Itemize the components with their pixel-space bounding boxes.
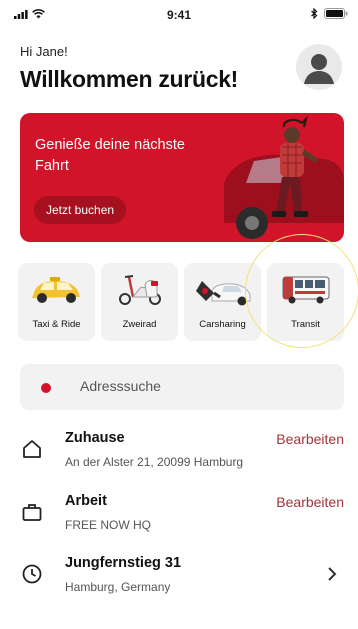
service-label: Zweirad xyxy=(122,319,157,330)
person-with-car-illustration xyxy=(224,115,344,239)
briefcase-icon xyxy=(22,504,42,521)
clock-icon xyxy=(22,564,42,584)
services-row: Taxi & Ride Zweirad Carsharing Transit xyxy=(18,263,344,341)
greeting-text: Hi Jane! xyxy=(20,44,68,59)
place-item-recent[interactable]: Jungfernstieg 31 Hamburg, Germany xyxy=(0,549,358,605)
carsharing-icon xyxy=(196,281,251,306)
bluetooth-icon xyxy=(311,8,318,19)
home-icon xyxy=(23,440,41,458)
place-title: Arbeit xyxy=(65,493,107,509)
location-dot-icon xyxy=(41,383,51,393)
place-subtitle: An der Alster 21, 20099 Hamburg xyxy=(65,455,244,469)
place-subtitle: FREE NOW HQ xyxy=(65,518,151,532)
place-item-work[interactable]: Arbeit FREE NOW HQ Bearbeiten xyxy=(0,487,358,543)
book-now-button[interactable]: Jetzt buchen xyxy=(34,196,127,224)
scooter-icon xyxy=(119,275,161,305)
avatar[interactable] xyxy=(296,44,342,90)
status-time: 9:41 xyxy=(166,8,192,22)
service-card-carsharing[interactable]: Carsharing xyxy=(184,263,261,341)
edit-work-button[interactable]: Bearbeiten xyxy=(276,494,344,510)
address-search-field[interactable]: Adresssuche xyxy=(20,364,344,410)
address-search-placeholder: Adresssuche xyxy=(80,378,161,394)
place-subtitle: Hamburg, Germany xyxy=(65,580,171,594)
service-card-zweirad[interactable]: Zweirad xyxy=(101,263,178,341)
service-label: Transit xyxy=(291,319,320,330)
place-item-home[interactable]: Zuhause An der Alster 21, 20099 Hamburg … xyxy=(0,424,358,480)
service-card-transit[interactable]: Transit xyxy=(267,263,344,341)
place-title: Jungfernstieg 31 xyxy=(65,555,182,571)
bus-icon xyxy=(282,276,330,304)
taxi-icon xyxy=(32,277,80,303)
service-label: Taxi & Ride xyxy=(32,319,81,330)
service-card-taxi-ride[interactable]: Taxi & Ride xyxy=(18,263,95,341)
edit-home-button[interactable]: Bearbeiten xyxy=(276,431,344,447)
promo-banner[interactable]: Genieße deine nächste Fahrt Jetzt buchen xyxy=(20,113,344,242)
chevron-right-icon[interactable] xyxy=(326,565,338,583)
page-title: Willkommen zurück! xyxy=(20,66,239,92)
promo-text: Genieße deine nächste Fahrt xyxy=(35,137,185,174)
place-title: Zuhause xyxy=(65,430,125,446)
status-bar: 9:41 xyxy=(0,0,358,26)
user-icon xyxy=(304,54,334,84)
service-label: Carsharing xyxy=(199,319,246,330)
status-right xyxy=(311,8,348,19)
battery-icon xyxy=(324,8,348,19)
